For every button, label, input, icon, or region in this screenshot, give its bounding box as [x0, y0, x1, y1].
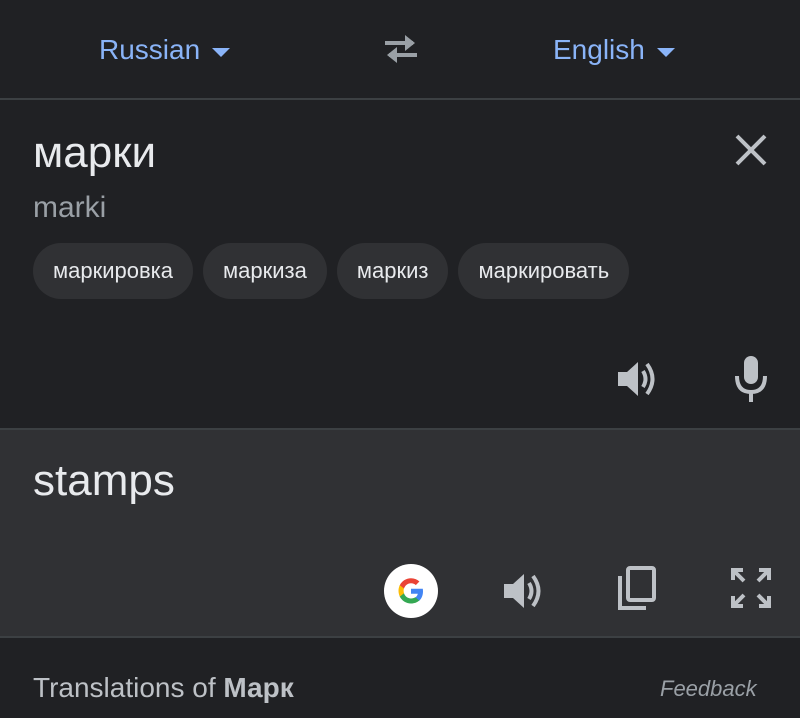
target-language-label: English — [553, 34, 645, 65]
result-listen-button[interactable] — [500, 568, 546, 614]
copy-button[interactable] — [614, 564, 658, 612]
microphone-icon — [735, 356, 767, 402]
fullscreen-icon — [731, 568, 771, 608]
transliteration: marki — [33, 191, 107, 224]
translation-text: stamps — [33, 456, 175, 505]
google-logo-icon — [398, 578, 423, 604]
google-search-button[interactable] — [384, 564, 438, 618]
swap-arrows-icon — [385, 35, 417, 63]
target-language-selector[interactable]: English — [553, 30, 675, 70]
source-language-label: Russian — [99, 34, 201, 65]
suggestion-chip[interactable]: маркировка — [33, 243, 194, 299]
translations-heading: Translations of Марк — [33, 672, 294, 704]
copy-icon — [618, 566, 656, 610]
suggestion-chip[interactable]: маркировать — [458, 243, 630, 299]
speaker-icon — [618, 362, 655, 396]
source-language-selector[interactable]: Russian — [99, 30, 231, 70]
source-panel: марки marki маркировка маркиза маркиз ма… — [0, 100, 800, 430]
fullscreen-button[interactable] — [729, 566, 773, 610]
close-icon — [735, 134, 767, 166]
suggestion-chip[interactable]: маркиза — [203, 243, 327, 299]
suggestion-chip[interactable]: маркиз — [336, 243, 449, 299]
voice-input-button[interactable] — [732, 354, 770, 406]
result-panel: stamps — [0, 430, 800, 638]
speaker-icon — [504, 574, 541, 608]
translations-heading-word: Марк — [223, 672, 294, 703]
suggestion-chips: маркировка маркиза маркиз маркировать — [33, 243, 630, 299]
language-bar: Russian English — [0, 0, 800, 100]
translations-heading-prefix: Translations of — [33, 672, 224, 703]
clear-button[interactable] — [731, 130, 771, 170]
caret-down-icon — [656, 47, 675, 57]
source-listen-button[interactable] — [614, 356, 660, 402]
translations-section: Translations of Марк Feedback — [0, 638, 800, 718]
source-text[interactable]: марки — [33, 128, 156, 178]
feedback-link[interactable]: Feedback — [660, 676, 757, 702]
caret-down-icon — [212, 47, 231, 57]
swap-languages-button[interactable] — [379, 31, 423, 67]
